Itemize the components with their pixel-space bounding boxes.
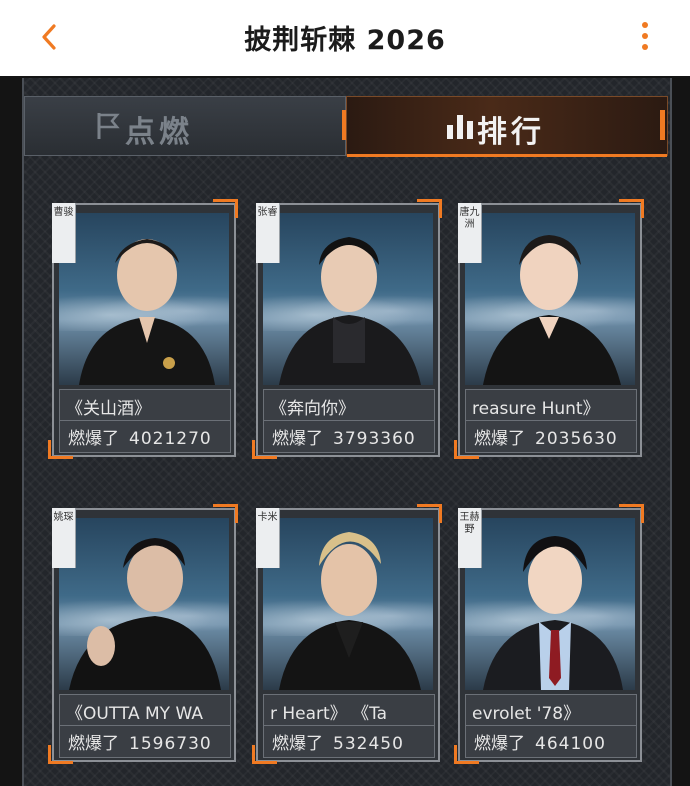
song-title: 《OUTTA MY WA: [66, 704, 203, 723]
card-info: 《关山酒》 燃爆了 4021270: [59, 389, 231, 453]
tab-bar: 点燃 排行: [24, 96, 668, 157]
contestant-name: 卡米: [256, 508, 280, 568]
song-title: 《关山酒》: [66, 399, 151, 418]
contestant-photo: [263, 518, 433, 690]
rank-card[interactable]: 唐九洲 reasure Hunt》 燃爆了 2035630: [454, 199, 644, 459]
card-info: reasure Hunt》 燃爆了 2035630: [465, 389, 637, 453]
contestant-photo: [465, 213, 635, 385]
fire-count: 燃爆了 532450: [272, 734, 404, 754]
contestant-photo: [263, 213, 433, 385]
fire-count: 燃爆了 464100: [474, 734, 606, 754]
portrait-illustration: [79, 239, 215, 385]
top-navigation-bar: 披荆斩棘 2026: [0, 0, 690, 76]
tab-ignite[interactable]: 点燃: [24, 96, 346, 156]
fire-count: 燃爆了 4021270: [68, 429, 212, 449]
tab-edge-marker: [660, 110, 665, 140]
fire-count: 燃爆了 3793360: [272, 429, 416, 449]
rank-card[interactable]: 曹骏 《关山酒》 燃爆了 4021270: [48, 199, 238, 459]
portrait-illustration: [483, 536, 623, 690]
more-options-icon[interactable]: [640, 22, 650, 54]
rank-card[interactable]: 张睿 《奔向你》 燃爆了 3793360: [252, 199, 442, 459]
contestant-name: 王赫野: [458, 508, 482, 568]
contestant-name: 张睿: [256, 203, 280, 263]
song-title: 《奔向你》: [270, 399, 355, 418]
portrait-illustration: [69, 538, 221, 690]
tab-ranking-label: 排行: [477, 115, 545, 150]
card-info: 《OUTTA MY WA 燃爆了 1596730: [59, 694, 231, 758]
contestant-photo: [465, 518, 635, 690]
contestant-name: 姚琛: [52, 508, 76, 568]
rank-card[interactable]: 姚琛 《OUTTA MY WA 燃爆了 1596730: [48, 504, 238, 764]
tab-ranking[interactable]: 排行: [346, 96, 668, 157]
contestant-photo: [59, 213, 229, 385]
song-title: r Heart》 《Ta: [270, 704, 388, 723]
portrait-illustration: [279, 532, 421, 690]
tab-ignite-label: 点燃: [125, 115, 193, 150]
card-info: evrolet '78》 燃爆了 464100: [465, 694, 637, 758]
contestant-name: 唐九洲: [458, 203, 482, 263]
portrait-illustration: [279, 237, 421, 385]
bar-chart-icon: [445, 111, 475, 145]
rank-card[interactable]: 王赫野 evrolet '78》 燃爆了 464100: [454, 504, 644, 764]
portrait-illustration: [483, 235, 621, 385]
song-title: reasure Hunt》: [472, 399, 600, 418]
fire-count: 燃爆了 2035630: [474, 429, 618, 449]
flag-icon: [95, 111, 123, 145]
card-info: 《奔向你》 燃爆了 3793360: [263, 389, 435, 453]
page-title: 披荆斩棘 2026: [244, 25, 446, 56]
song-title: evrolet '78》: [472, 704, 581, 723]
fire-count: 燃爆了 1596730: [68, 734, 212, 754]
contestant-photo: [59, 518, 229, 690]
contestant-name: 曹骏: [52, 203, 76, 263]
card-info: r Heart》 《Ta 燃爆了 532450: [263, 694, 435, 758]
rank-card[interactable]: 卡米 r Heart》 《Ta 燃爆了 532450: [252, 504, 442, 764]
